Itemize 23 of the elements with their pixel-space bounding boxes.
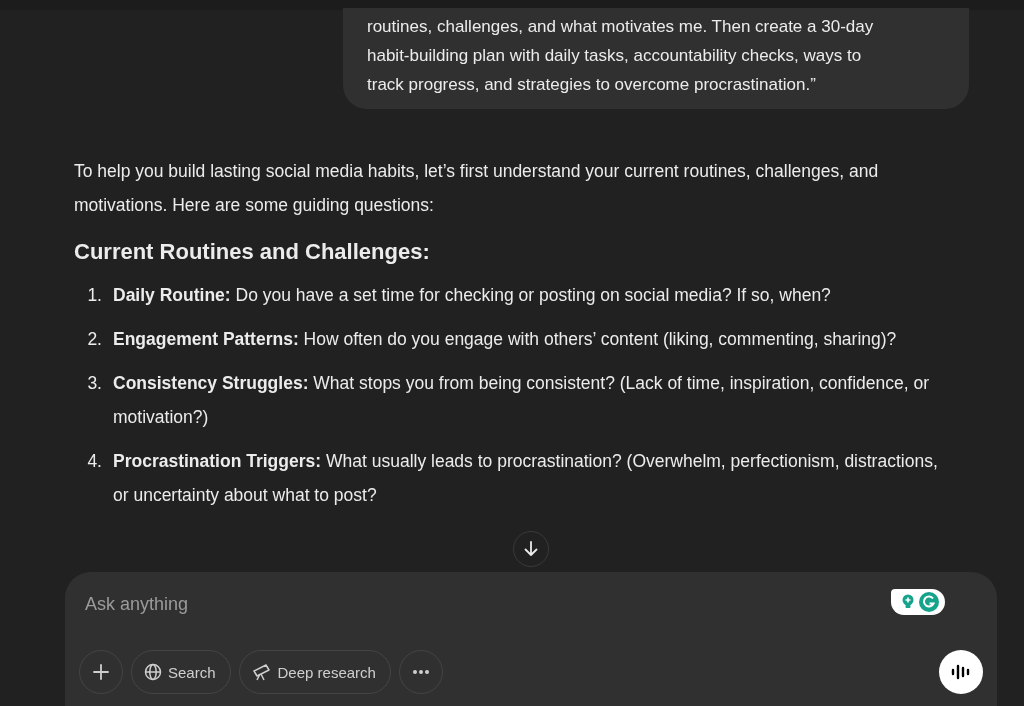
section-heading: Current Routines and Challenges: xyxy=(74,238,431,266)
scroll-down-button[interactable] xyxy=(513,531,549,567)
user-message-line: routines, challenges, and what motivates me. Then create a 30-day xyxy=(367,16,875,38)
arrow-down-icon xyxy=(522,540,540,558)
message-input-field[interactable]: Ask anything xyxy=(79,590,851,619)
telescope-icon xyxy=(251,663,272,681)
list-item-text: Procrastination Triggers: What usually leads to procrastination? (Overwhelm, perfectionism, distractions, or uncertainty about what to post? xyxy=(113,450,939,507)
ellipsis-icon xyxy=(411,669,430,675)
list-item-text: Engagement Patterns: How often do you engage with others’ content (liking, commenting, sharing)? xyxy=(113,328,897,351)
globe-icon xyxy=(144,663,162,681)
list-number: 4. xyxy=(86,450,103,473)
response-paragraph: To help you build lasting social media habits, let’s first understand your current routines, challenges, and motivations. Here are some guiding questions: xyxy=(74,160,880,217)
plus-icon xyxy=(92,663,110,681)
sound-wave-icon xyxy=(950,663,972,681)
list-item-text: Consistency Struggles: What stops you from being consistent? (Lack of time, inspiration, confidence, or motivation?) xyxy=(113,372,931,429)
list-item-text: Daily Routine: Do you have a set time for checking or posting on social media? If so, when? xyxy=(113,284,831,307)
user-message-line: track progress, and strategies to overcome procrastination.” xyxy=(367,74,817,96)
list-number: 2. xyxy=(86,328,103,351)
list-number: 1. xyxy=(86,284,103,307)
user-message-line: habit-building plan with daily tasks, accountability checks, ways to xyxy=(367,45,863,67)
list-number: 3. xyxy=(86,372,103,395)
grammarly-badge[interactable] xyxy=(891,589,945,615)
voice-mode-button[interactable] xyxy=(939,650,983,694)
